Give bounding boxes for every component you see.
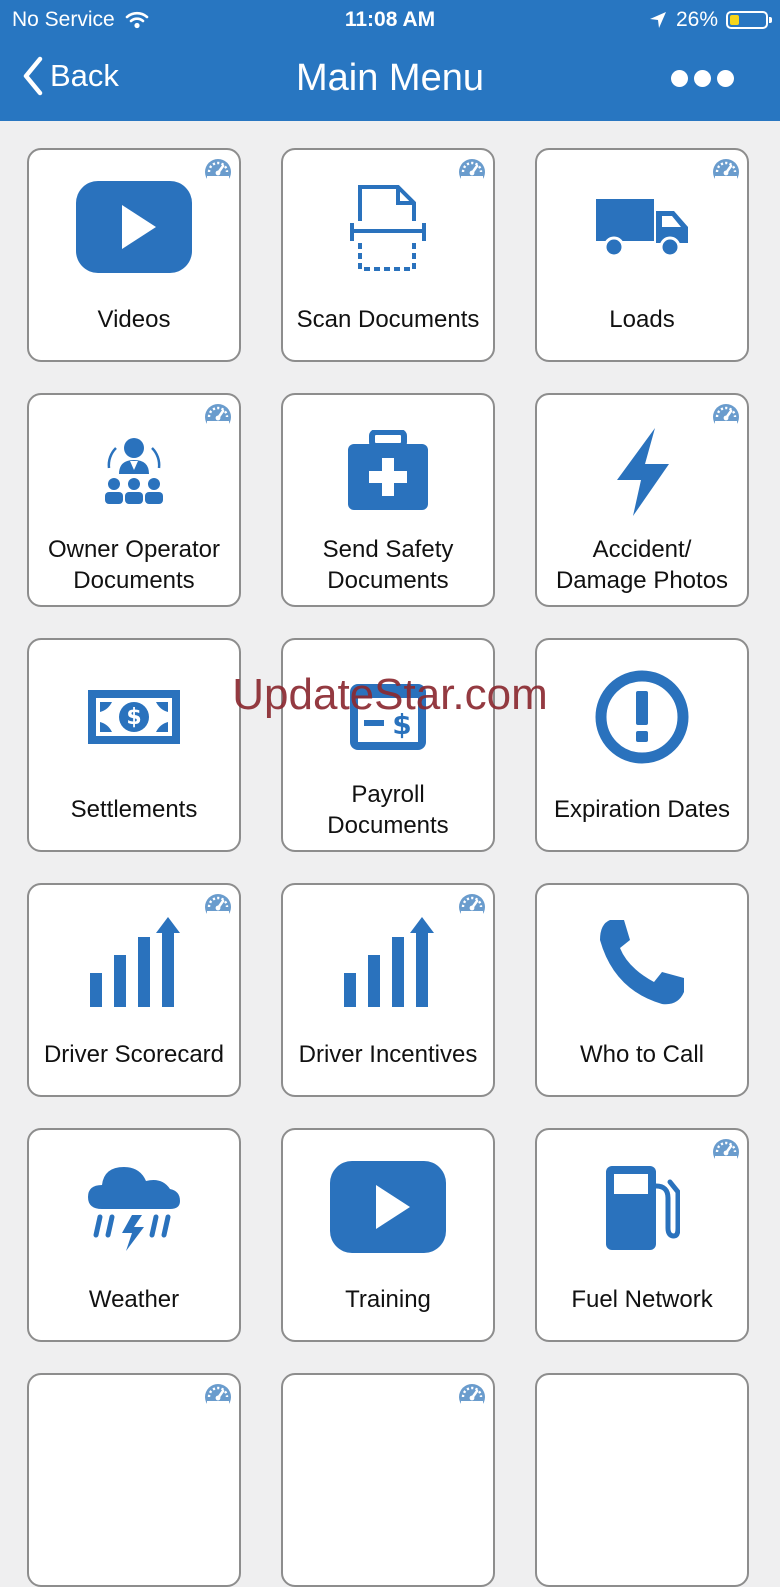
nav-bar: Back Main Menu <box>0 40 780 121</box>
tile-expiration-dates[interactable]: Expiration Dates <box>535 638 749 852</box>
scan-document-icon <box>350 185 426 271</box>
tile-label-line: Send Safety <box>322 536 454 563</box>
page-title: Main Menu <box>296 57 484 99</box>
tile-label: Settlements <box>70 796 198 823</box>
tile-label-line: Owner Operator <box>47 536 221 563</box>
tile-partial[interactable] <box>535 1373 749 1587</box>
team-icon <box>105 438 163 504</box>
tile-label-line: Accident/ <box>592 536 692 563</box>
location-arrow-icon <box>649 12 666 28</box>
tile-label: Owner Operator Documents <box>33 534 235 596</box>
tile-send-safety-documents[interactable]: Send Safety Documents <box>281 393 495 607</box>
tile-videos[interactable]: Videos <box>27 148 241 362</box>
tile-settlements[interactable]: $ Settlements <box>27 638 241 852</box>
status-bar: No Service 11:08 AM 26% <box>0 0 780 40</box>
check-dollar-icon: $ <box>350 684 426 750</box>
tile-label: Payroll Documents <box>287 779 489 841</box>
tile-label: Driver Incentives <box>298 1041 478 1068</box>
tile-label: Who to Call <box>579 1041 705 1068</box>
status-right: 26% <box>648 8 772 32</box>
tile-label: Fuel Network <box>571 1286 713 1313</box>
tile-label: Driver Scorecard <box>43 1041 225 1068</box>
truck-icon <box>596 199 688 258</box>
tile-fuel-network[interactable]: Fuel Network <box>535 1128 749 1342</box>
tile-driver-scorecard[interactable]: Driver Scorecard <box>27 883 241 1097</box>
more-dot-icon <box>694 70 711 87</box>
more-menu-button[interactable] <box>671 70 734 87</box>
tile-who-to-call[interactable]: Who to Call <box>535 883 749 1097</box>
svg-text:$: $ <box>392 708 411 741</box>
tile-scan-documents[interactable]: Scan Documents <box>281 148 495 362</box>
tile-label-line: Payroll <box>351 781 425 808</box>
tile-payroll-documents[interactable]: $ Payroll Documents <box>281 638 495 852</box>
video-play-icon <box>76 181 192 273</box>
tile-label: Scan Documents <box>296 306 480 333</box>
first-aid-kit-icon <box>348 430 428 510</box>
tile-loads[interactable]: Loads <box>535 148 749 362</box>
tile-label: Videos <box>97 306 171 333</box>
tile-label-line: Documents <box>327 567 449 594</box>
tile-label: Accident/ Damage Photos <box>541 534 743 596</box>
more-dot-icon <box>671 70 688 87</box>
tile-label-line: Documents <box>73 567 195 594</box>
battery-percent: 26% <box>675 8 718 31</box>
battery-icon <box>726 11 772 29</box>
tile-label: Loads <box>609 306 675 333</box>
lightning-icon <box>617 428 669 516</box>
video-play-icon <box>330 1161 446 1253</box>
fuel-pump-icon <box>606 1166 680 1250</box>
tile-label: Expiration Dates <box>553 796 731 823</box>
exclamation-circle-icon <box>595 670 689 764</box>
tile-driver-incentives[interactable]: Driver Incentives <box>281 883 495 1097</box>
phone-icon <box>600 920 684 1005</box>
tile-label-line: Damage Photos <box>555 567 729 594</box>
bar-chart-up-icon <box>90 917 180 1007</box>
tile-label: Training <box>345 1286 431 1313</box>
storm-cloud-icon <box>88 1167 180 1251</box>
bar-chart-up-icon <box>344 917 434 1007</box>
tile-label: Send Safety Documents <box>287 534 489 596</box>
more-dot-icon <box>717 70 734 87</box>
tile-label: Weather <box>88 1286 180 1313</box>
tile-label-line: Documents <box>327 812 449 839</box>
menu-grid: Videos Scan Documents Loads Owner Operat… <box>0 121 780 1587</box>
tile-partial[interactable] <box>27 1373 241 1587</box>
tile-weather[interactable]: Weather <box>27 1128 241 1342</box>
tile-training[interactable]: Training <box>281 1128 495 1342</box>
tile-accident-damage-photos[interactable]: Accident/ Damage Photos <box>535 393 749 607</box>
money-bill-icon: $ <box>88 690 180 744</box>
svg-text:$: $ <box>126 705 141 730</box>
tile-partial[interactable] <box>281 1373 495 1587</box>
tile-owner-operator-documents[interactable]: Owner Operator Documents <box>27 393 241 607</box>
